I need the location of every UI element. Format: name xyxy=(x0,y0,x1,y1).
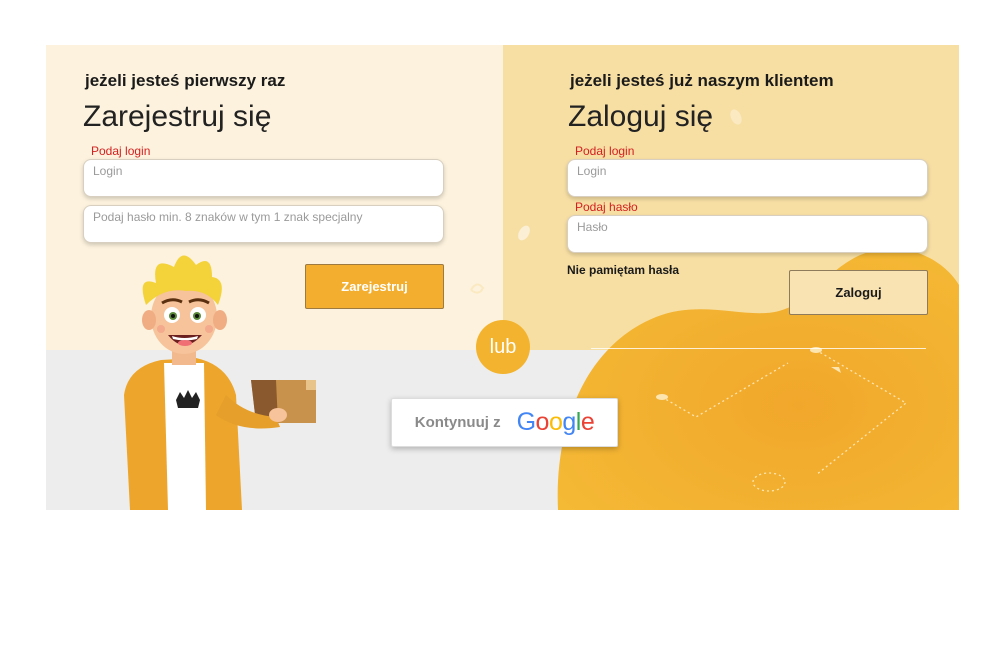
login-button[interactable]: Zaloguj xyxy=(789,270,928,315)
login-login-input[interactable] xyxy=(568,160,927,182)
register-password-field-box xyxy=(83,205,444,243)
forgot-password-link[interactable]: Nie pamiętam hasła xyxy=(567,263,679,277)
login-password-label: Podaj hasło xyxy=(575,200,638,214)
google-continue-label: Kontynuuj z xyxy=(414,414,501,431)
google-continue-button[interactable]: Kontynuuj z Google xyxy=(391,398,618,447)
login-login-label: Podaj login xyxy=(575,144,635,158)
register-login-label: Podaj login xyxy=(91,144,151,158)
register-eyebrow: jeżeli jesteś pierwszy raz xyxy=(85,71,286,90)
login-password-field-box xyxy=(567,215,928,253)
register-heading: Zarejestruj się xyxy=(83,100,272,133)
register-password-input[interactable] xyxy=(84,206,443,228)
login-password-input[interactable] xyxy=(568,216,927,238)
login-login-field-box xyxy=(567,159,928,197)
login-heading: Zaloguj się xyxy=(568,100,714,133)
register-button[interactable]: Zarejestruj xyxy=(305,264,444,309)
or-separator-label: lub xyxy=(489,335,517,358)
google-logo: Google xyxy=(516,408,595,436)
mascot-illustration xyxy=(124,255,316,510)
register-login-field-box xyxy=(83,159,444,197)
auth-stage: jeżeli jesteś pierwszy raz Zarejestruj s… xyxy=(46,45,959,510)
register-login-input[interactable] xyxy=(84,160,443,182)
login-eyebrow: jeżeli jesteś już naszym klientem xyxy=(570,71,834,90)
or-separator-badge: lub xyxy=(476,320,530,374)
login-divider-line xyxy=(591,348,926,349)
